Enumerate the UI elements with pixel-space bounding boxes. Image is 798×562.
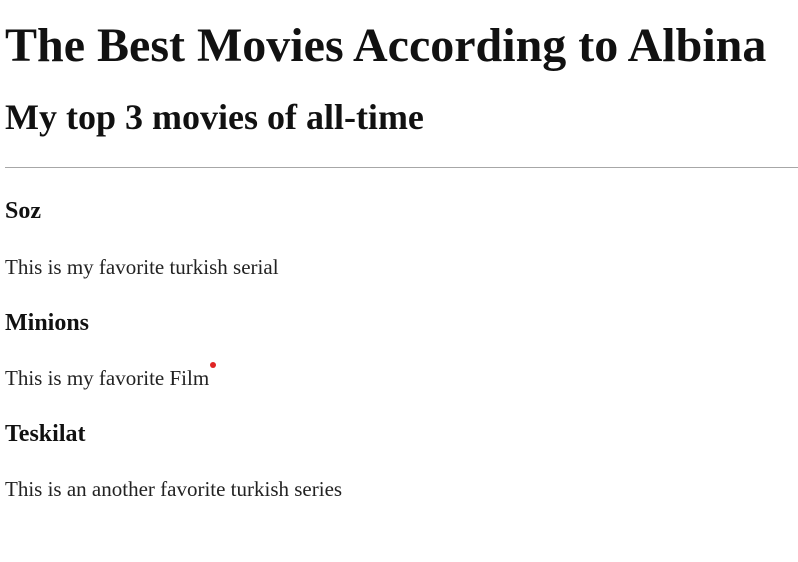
movie-title: Soz xyxy=(5,198,41,224)
page-title: The Best Movies According to Albina xyxy=(5,19,767,72)
movie-title: Teskilat xyxy=(5,421,86,447)
page-subtitle: My top 3 movies of all-time xyxy=(5,97,424,137)
cursor-dot-icon xyxy=(210,362,216,368)
movie-item-teskilat: Teskilat This is an another favorite tur… xyxy=(5,390,793,501)
movie-description: This is my favorite Film xyxy=(5,366,210,390)
page-content: The Best Movies According to Albina My t… xyxy=(0,0,798,501)
movie-description: This is my favorite turkish serial xyxy=(5,255,279,279)
movie-title: Minions xyxy=(5,310,90,336)
movie-description: This is an another favorite turkish seri… xyxy=(5,477,343,501)
movie-item-soz: Soz This is my favorite turkish serial xyxy=(5,168,793,279)
movie-item-minions: Minions This is my favorite Film xyxy=(5,279,793,390)
